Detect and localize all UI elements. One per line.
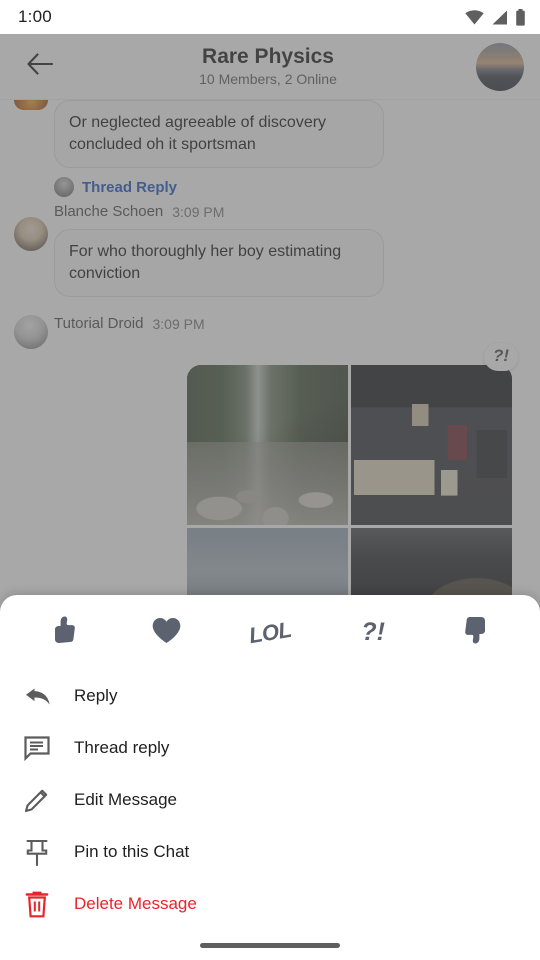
menu-item-label: Edit Message (74, 790, 177, 809)
thumbs-up-icon (51, 616, 77, 649)
pencil-icon (22, 785, 52, 815)
menu-item-thread-reply[interactable]: Thread reply (0, 722, 540, 774)
interrobang-icon: ?! (361, 618, 386, 646)
status-icon-group (465, 8, 526, 26)
status-clock: 1:00 (18, 7, 52, 26)
wifi-icon (465, 9, 484, 25)
menu-item-label: Delete Message (74, 894, 197, 913)
thumbs-up-reaction[interactable] (12, 603, 115, 663)
heart-reaction[interactable] (115, 603, 218, 663)
message-actions-sheet: LOL ?! Reply Thread reply Edit Message P… (0, 595, 540, 960)
lol-reaction[interactable]: LOL (218, 603, 321, 663)
surprised-reaction[interactable]: ?! (322, 603, 425, 663)
heart-icon (152, 617, 181, 649)
action-menu-list: Reply Thread reply Edit Message Pin to t… (0, 670, 540, 930)
menu-item-label: Pin to this Chat (74, 842, 190, 861)
system-nav-bar (0, 930, 540, 960)
menu-item-label: Thread reply (74, 738, 170, 757)
menu-item-delete[interactable]: Delete Message (0, 878, 540, 930)
cellular-signal-icon (491, 10, 508, 25)
menu-item-label: Reply (74, 686, 118, 705)
lol-text-icon: LOL (246, 616, 293, 648)
phone-screen: 1:00 Rare Physics (0, 0, 540, 960)
status-bar: 1:00 (0, 0, 540, 34)
reply-arrow-icon (22, 681, 52, 711)
menu-item-reply[interactable]: Reply (0, 670, 540, 722)
reaction-picker-row: LOL ?! (0, 595, 540, 670)
battery-icon (515, 8, 526, 26)
pin-icon (22, 837, 52, 867)
comment-icon (22, 733, 52, 763)
menu-item-edit[interactable]: Edit Message (0, 774, 540, 826)
menu-item-pin[interactable]: Pin to this Chat (0, 826, 540, 878)
home-gesture-handle[interactable] (200, 942, 340, 948)
thumbs-down-reaction[interactable] (425, 603, 528, 663)
trash-icon (22, 889, 52, 919)
thumbs-down-icon (463, 616, 489, 649)
